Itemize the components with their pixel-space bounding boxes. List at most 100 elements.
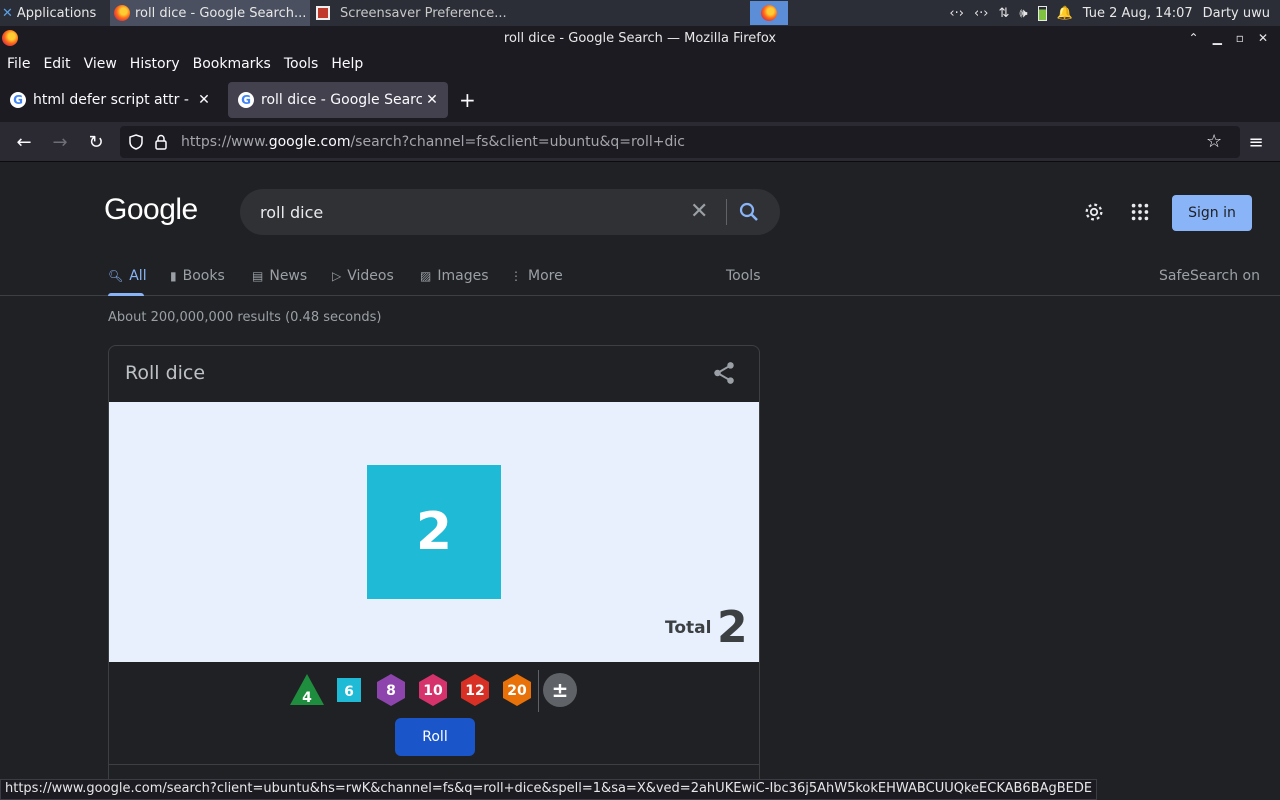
more-vert-icon: ⋮ xyxy=(510,269,522,283)
close-icon[interactable]: ✕ xyxy=(422,92,442,108)
window-titlebar: roll dice - Google Search — Mozilla Fire… xyxy=(0,26,1280,50)
dice-selector-divider xyxy=(538,670,539,712)
tab-books[interactable]: ▮ Books xyxy=(170,266,225,286)
safesearch-toggle[interactable]: SafeSearch on xyxy=(1159,266,1260,286)
new-tab-plus-icon[interactable]: + xyxy=(459,88,476,112)
desktop-taskbar: ✕ Applications roll dice - Google Search… xyxy=(0,0,1280,26)
tab-strip: G html defer script attr - Goo ✕ G roll … xyxy=(0,78,1280,122)
firefox-icon xyxy=(761,5,777,21)
modifier-button[interactable]: ± xyxy=(542,672,578,708)
svg-text:20: 20 xyxy=(507,683,527,699)
volume-icon[interactable]: 🕪 xyxy=(1019,6,1027,21)
add-d8-button[interactable]: 8 xyxy=(373,672,409,708)
svg-text:4: 4 xyxy=(302,690,312,706)
menu-view[interactable]: View xyxy=(84,56,117,72)
back-arrow-icon[interactable]: ← xyxy=(12,130,36,154)
roll-button[interactable]: Roll xyxy=(395,718,475,756)
add-d4-button[interactable]: 4 xyxy=(289,672,325,708)
browser-tab[interactable]: G html defer script attr - Goo ✕ xyxy=(0,82,220,118)
taskbar-window-firefox[interactable]: roll dice - Google Search... xyxy=(110,0,310,26)
system-tray: ‹·› ‹·› ⇅ 🕪 🔔 Tue 2 Aug, 14:07 Darty uwu xyxy=(949,0,1280,26)
total-value: 2 xyxy=(717,602,748,653)
forward-arrow-icon[interactable]: → xyxy=(48,130,72,154)
taskbar-window-screensaver[interactable]: Screensaver Preference... xyxy=(312,0,510,26)
search-icon[interactable] xyxy=(737,200,761,224)
play-icon: ▷ xyxy=(332,269,342,283)
tab-images[interactable]: ▨ Images xyxy=(420,266,488,286)
window-close-icon[interactable]: ✕ xyxy=(1258,31,1268,45)
tracking-shield-icon[interactable] xyxy=(128,134,144,150)
taskbar-window-label: Screensaver Preference... xyxy=(340,5,507,21)
window-maximize-icon[interactable]: ▫ xyxy=(1236,31,1244,45)
reload-icon[interactable]: ↻ xyxy=(84,130,108,154)
tab-videos[interactable]: ▷ Videos xyxy=(332,266,394,286)
battery-icon[interactable] xyxy=(1037,5,1047,21)
search-box[interactable]: roll dice ✕ xyxy=(240,189,780,235)
dice-display: 2 Total 2 xyxy=(109,402,759,662)
network-icon[interactable]: ‹·› xyxy=(949,6,964,21)
book-icon: ▮ xyxy=(170,269,177,283)
svg-text:8: 8 xyxy=(386,683,396,699)
settings-gear-icon[interactable] xyxy=(1083,201,1105,223)
svg-text:10: 10 xyxy=(423,683,443,699)
tab-news[interactable]: ▤ News xyxy=(252,266,307,286)
card-divider xyxy=(109,764,759,765)
tab-all[interactable]: 🔍︎ All xyxy=(108,266,147,286)
hamburger-menu-icon[interactable]: ≡ xyxy=(1244,130,1268,154)
add-d20-button[interactable]: 20 xyxy=(499,672,535,708)
sign-in-button[interactable]: Sign in xyxy=(1172,195,1252,231)
workspace-firefox-button[interactable] xyxy=(750,1,788,25)
total-label: Total xyxy=(665,618,712,638)
tools-button[interactable]: Tools xyxy=(726,266,761,286)
network-icon[interactable]: ‹·› xyxy=(974,6,989,21)
add-d6-button[interactable]: 6 xyxy=(331,672,367,708)
dice-selector: 4 6 8 10 12 20 ± xyxy=(109,666,759,716)
rolled-die-d6: 2 xyxy=(367,465,501,599)
svg-text:±: ± xyxy=(552,678,569,702)
clear-search-icon[interactable]: ✕ xyxy=(690,199,708,224)
dice-roller-card: Roll dice 2 Total 2 4 6 8 10 12 20 ± Rol… xyxy=(108,345,760,800)
clock[interactable]: Tue 2 Aug, 14:07 xyxy=(1083,6,1193,21)
browser-tab-active[interactable]: G roll dice - Google Search ✕ xyxy=(228,82,448,118)
svg-text:12: 12 xyxy=(465,683,484,699)
padlock-icon[interactable] xyxy=(154,134,168,150)
close-icon[interactable]: ✕ xyxy=(194,92,214,108)
menu-file[interactable]: File xyxy=(7,56,30,72)
apps-grid-icon[interactable] xyxy=(1129,201,1151,223)
applications-menu[interactable]: ✕ Applications xyxy=(0,0,108,26)
result-stats: About 200,000,000 results (0.48 seconds) xyxy=(108,310,382,325)
bookmark-star-icon[interactable]: ☆ xyxy=(1206,131,1222,152)
address-bar[interactable]: https://www.google.com/search?channel=fs… xyxy=(120,126,1240,158)
card-title: Roll dice xyxy=(125,362,206,384)
tab-title: html defer script attr - Goo xyxy=(33,92,194,108)
search-input[interactable]: roll dice xyxy=(260,203,323,222)
window-minimize-icon[interactable]: ▁ xyxy=(1213,31,1222,45)
menu-help[interactable]: Help xyxy=(331,56,363,72)
menu-tools[interactable]: Tools xyxy=(284,56,319,72)
search-tabs: 🔍︎ All ▮ Books ▤ News ▷ Videos ▨ Images ⋮ More… xyxy=(0,263,1280,296)
svg-text:6: 6 xyxy=(344,684,354,700)
search-divider xyxy=(726,199,727,225)
add-d12-button[interactable]: 12 xyxy=(457,672,493,708)
tab-more[interactable]: ⋮ More xyxy=(510,266,563,286)
google-logo[interactable]: Google xyxy=(104,193,198,227)
share-icon[interactable] xyxy=(711,360,737,386)
transfer-icon[interactable]: ⇅ xyxy=(998,6,1009,21)
notification-bell-icon[interactable]: 🔔 xyxy=(1057,6,1073,21)
window-title: roll dice - Google Search — Mozilla Fire… xyxy=(503,30,777,46)
menu-edit[interactable]: Edit xyxy=(43,56,70,72)
active-tab-indicator xyxy=(108,293,144,296)
menu-bookmarks[interactable]: Bookmarks xyxy=(193,56,271,72)
menu-history[interactable]: History xyxy=(130,56,180,72)
newspaper-icon: ▤ xyxy=(252,269,264,283)
firefox-icon xyxy=(2,30,18,46)
add-d10-button[interactable]: 10 xyxy=(415,672,451,708)
die-value: 2 xyxy=(415,502,453,562)
tab-title: roll dice - Google Search xyxy=(261,92,422,108)
window-collapse-icon[interactable]: ⌃ xyxy=(1189,31,1199,45)
user-name[interactable]: Darty uwu xyxy=(1203,6,1270,21)
google-favicon-icon: G xyxy=(238,92,254,108)
screensaver-icon xyxy=(316,6,330,20)
image-icon: ▨ xyxy=(420,269,432,283)
link-status-bar: https://www.google.com/search?client=ubu… xyxy=(0,779,1098,800)
